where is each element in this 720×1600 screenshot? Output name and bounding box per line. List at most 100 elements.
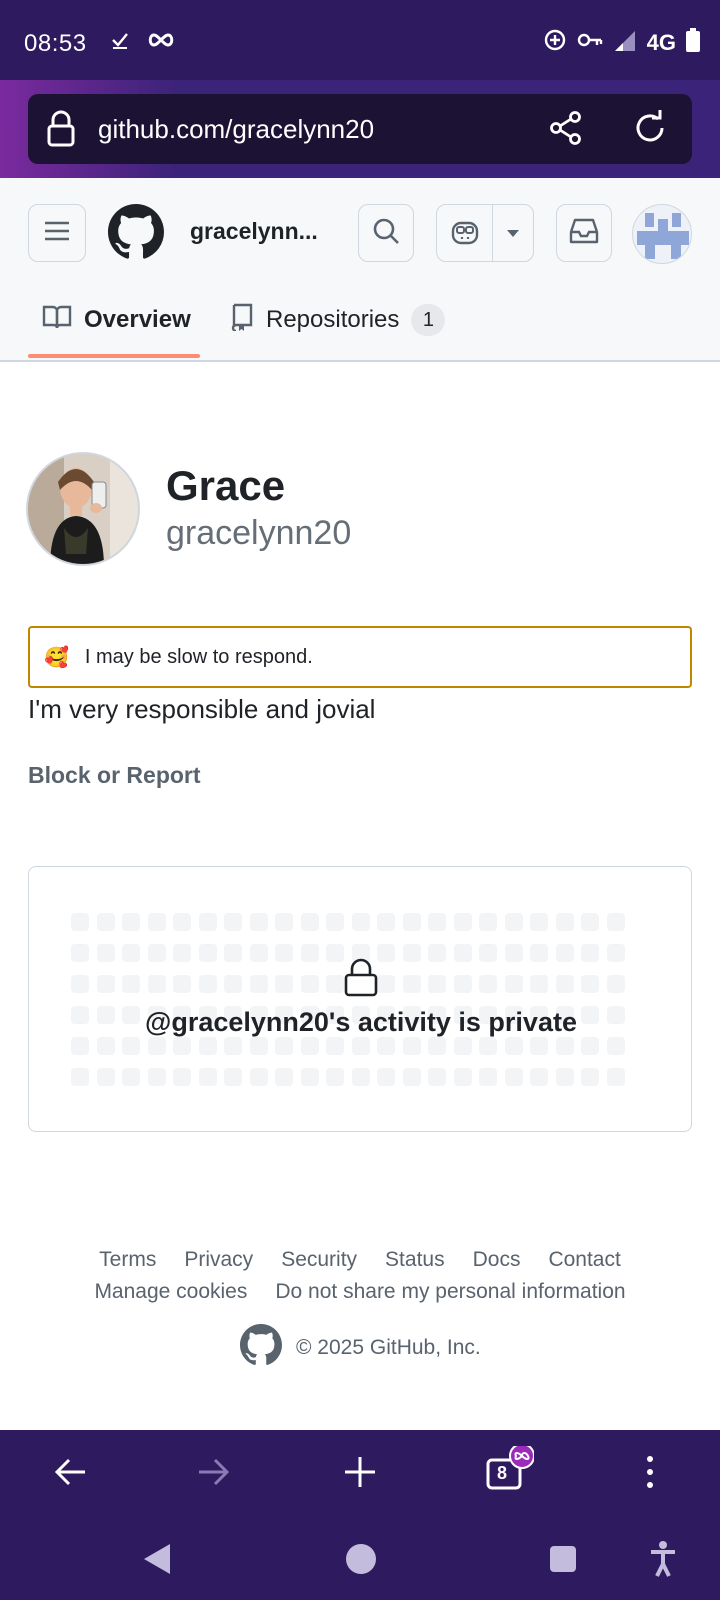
tab-switcher-button[interactable]: 8 [478,1446,534,1502]
lock-icon [46,110,76,153]
tab-overview[interactable]: Overview [42,280,191,360]
user-avatar-menu[interactable] [632,204,692,264]
grid-cell [351,913,370,931]
grid-cell [300,944,319,962]
more-menu-button[interactable] [622,1446,678,1502]
footer-link-security[interactable]: Security [281,1248,357,1272]
url-bar[interactable]: github.com/gracelynn20 [28,94,692,164]
grid-cell [377,944,395,962]
grid-cell [428,913,446,931]
grid-cell [479,1068,497,1086]
profile-avatar[interactable] [26,452,140,566]
footer-link-do-not-share[interactable]: Do not share my personal information [275,1280,625,1304]
tabs-icon: 8 [478,1446,534,1502]
nav-back-icon[interactable] [142,1542,172,1581]
grid-cell [453,1068,472,1086]
browser-bottom-bar: 8 [0,1430,720,1518]
grid-cell [402,1068,421,1086]
footer-link-manage-cookies[interactable]: Manage cookies [94,1280,247,1304]
profile-bio: I'm very responsible and jovial [28,694,376,724]
search-button[interactable] [358,204,414,262]
grid-cell [555,913,574,931]
grid-cell [581,944,599,962]
system-navigation-bar [0,1518,720,1600]
network-type: 4G [646,29,676,55]
footer-link-privacy[interactable]: Privacy [184,1248,253,1272]
grid-cell [71,1037,89,1055]
nav-home-icon[interactable] [344,1542,378,1581]
new-tab-button[interactable] [332,1446,388,1502]
grid-cell [504,1037,523,1055]
grid-cell [122,913,140,931]
hamburger-icon [44,220,70,247]
user-status[interactable]: 🥰 I may be slow to respond. [28,626,692,688]
profile-name: Grace [166,462,286,509]
grid-cell [224,975,242,993]
grid-cell [300,913,319,931]
more-vertical-icon [646,1455,654,1494]
infinity-icon [148,32,174,53]
copilot-button-group [436,204,534,262]
footer-link-docs[interactable]: Docs [473,1248,521,1272]
nav-recents-icon[interactable] [548,1544,578,1579]
share-icon[interactable] [548,110,584,151]
grid-cell [428,944,446,962]
arrow-right-icon [197,1457,231,1492]
grid-cell [504,944,523,962]
grid-cell [71,975,89,993]
grid-cell [555,1068,574,1086]
signal-icon [613,29,637,56]
header-username[interactable]: gracelynn... [190,218,318,245]
copilot-icon[interactable] [437,220,492,246]
grid-cell [530,975,548,993]
accessibility-icon[interactable] [648,1540,678,1583]
grid-cell [530,1068,548,1086]
grid-cell [173,975,191,993]
chevron-down-icon[interactable] [493,228,533,238]
key-icon [577,30,603,55]
grid-cell [377,1037,395,1055]
forward-button[interactable] [186,1446,242,1502]
search-icon [372,217,400,250]
block-or-report-link[interactable]: Block or Report [28,762,201,789]
inbox-button[interactable] [556,204,612,262]
grid-cell [224,1037,242,1055]
grid-cell [198,1037,217,1055]
grid-cell [326,913,344,931]
grid-cell [275,944,293,962]
grid-cell [453,944,472,962]
grid-cell [249,1037,268,1055]
tab-repositories[interactable]: Repositories 1 [230,280,446,360]
grid-cell [173,1037,191,1055]
footer-link-status[interactable]: Status [385,1248,445,1272]
grid-cell [377,975,395,993]
grid-cell [453,1037,472,1055]
grid-cell [249,944,268,962]
grid-cell [96,1068,115,1086]
grid-cell [555,1037,574,1055]
status-emoji: 🥰 [44,646,69,669]
lock-icon [343,957,379,1002]
grid-cell [326,1068,344,1086]
github-logo-icon[interactable] [108,204,164,260]
data-saver-icon [543,28,567,57]
grid-cell [326,975,344,993]
grid-cell [428,1037,446,1055]
url-text[interactable]: github.com/gracelynn20 [98,114,374,145]
copyright-text: © 2025 GitHub, Inc. [296,1336,481,1359]
reload-icon[interactable] [632,110,668,151]
grid-cell [555,975,574,993]
back-button[interactable] [42,1446,98,1502]
grid-cell [147,1068,166,1086]
grid-cell [606,944,625,962]
plus-icon [343,1455,377,1494]
footer-link-terms[interactable]: Terms [99,1248,156,1272]
footer-link-contact[interactable]: Contact [548,1248,620,1272]
grid-cell [198,913,217,931]
github-logo-icon[interactable] [240,1324,282,1372]
menu-button[interactable] [28,204,86,262]
grid-cell [300,1037,319,1055]
grid-cell [555,944,574,962]
grid-cell [275,913,293,931]
grid-cell [224,913,242,931]
